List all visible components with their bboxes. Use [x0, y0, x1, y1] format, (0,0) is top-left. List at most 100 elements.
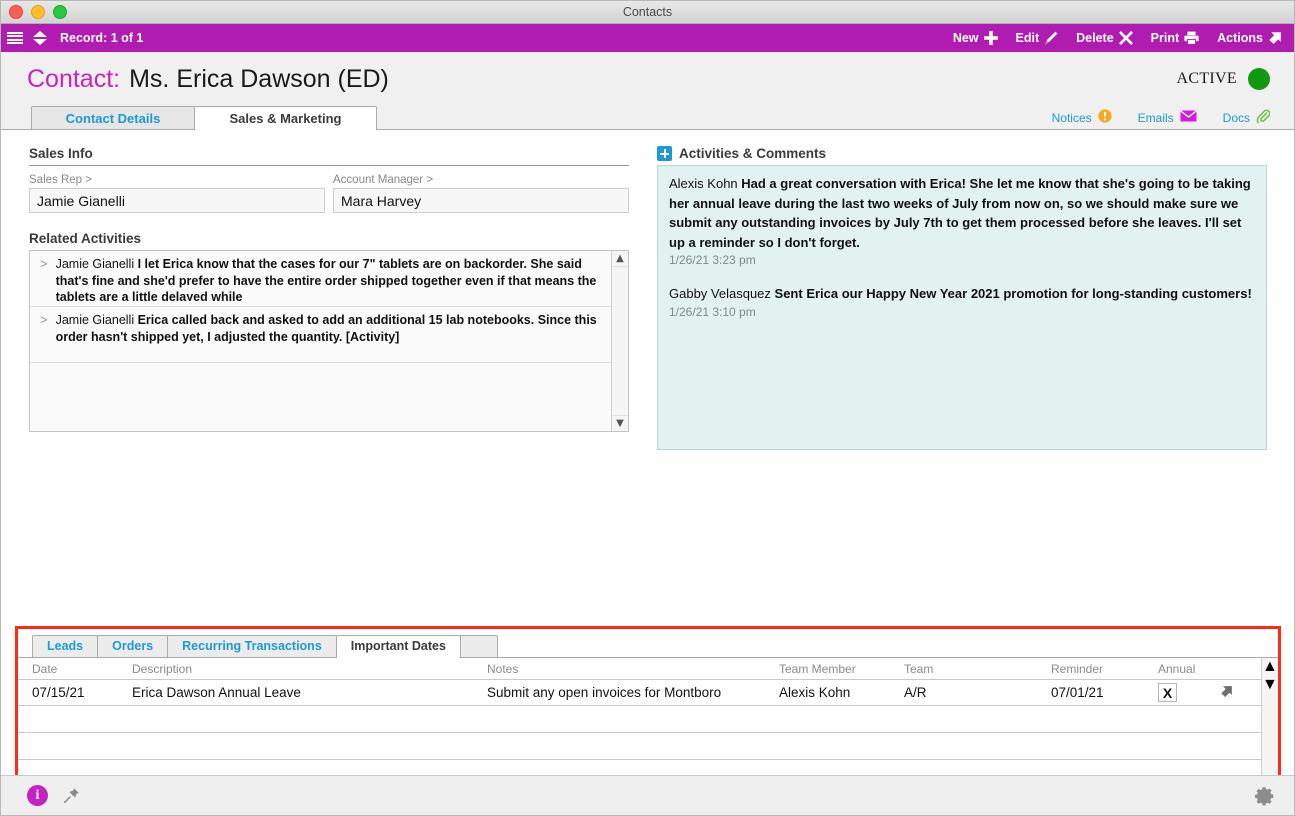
- tab-important-dates[interactable]: Important Dates: [336, 635, 461, 658]
- main-toolbar: Record: 1 of 1 New Edit Delete: [1, 24, 1294, 52]
- table-row[interactable]: [18, 733, 1261, 760]
- cell-description: Erica Dawson Annual Leave: [132, 685, 487, 700]
- pin-icon[interactable]: [63, 787, 80, 804]
- record-counter: Record: 1 of 1: [60, 31, 143, 45]
- envelope-icon: [1180, 110, 1197, 125]
- annual-checkbox[interactable]: X: [1158, 683, 1177, 702]
- scroll-up-icon[interactable]: ▲: [612, 251, 628, 266]
- sales-rep-input[interactable]: Jamie Gianelli: [29, 188, 325, 213]
- account-manager-label[interactable]: Account Manager >: [333, 174, 629, 186]
- docs-link[interactable]: Docs: [1223, 109, 1270, 126]
- plus-square-icon[interactable]: [657, 146, 672, 161]
- activities-comments-header: Activities & Comments: [657, 146, 1267, 161]
- activity-author: Jamie Gianelli: [56, 313, 138, 327]
- quick-links: Notices Emails: [1052, 109, 1294, 129]
- actions-button-label: Actions: [1217, 31, 1263, 45]
- pencil-icon: [1044, 31, 1058, 45]
- related-activities-scrollbar[interactable]: ▲ ▼: [611, 251, 628, 431]
- scroll-down-icon[interactable]: ▼: [1262, 676, 1278, 694]
- printer-icon: [1184, 31, 1199, 45]
- sales-info-divider: [29, 165, 629, 166]
- column-header-notes[interactable]: Notes: [487, 662, 779, 676]
- window-titlebar: Contacts: [1, 1, 1294, 24]
- tab-strip-filler: [460, 635, 498, 657]
- scroll-down-icon[interactable]: ▼: [612, 416, 628, 431]
- contacts-window: Contacts Record: 1 of 1 New Edit: [0, 0, 1295, 816]
- list-item[interactable]: > Jamie Gianelli Erica called back and a…: [30, 307, 611, 363]
- activities-comments-title: Activities & Comments: [679, 146, 826, 161]
- cell-open: [1220, 685, 1250, 701]
- list-item[interactable]: > Jamie Gianelli I let Erica know that t…: [30, 251, 611, 307]
- related-activities-title: Related Activities: [29, 231, 629, 246]
- comment-item[interactable]: Alexis Kohn Had a great conversation wit…: [669, 174, 1255, 267]
- tab-recurring-transactions[interactable]: Recurring Transactions: [167, 635, 337, 657]
- left-column: Sales Info Sales Rep > Jamie Gianelli Ac…: [29, 146, 629, 450]
- content-columns: Sales Info Sales Rep > Jamie Gianelli Ac…: [1, 130, 1294, 450]
- warning-icon: [1098, 109, 1112, 126]
- tab-orders[interactable]: Orders: [97, 635, 168, 657]
- column-header-annual[interactable]: Annual: [1158, 662, 1220, 676]
- cell-team: A/R: [904, 685, 1051, 700]
- account-manager-input[interactable]: Mara Harvey: [333, 188, 629, 213]
- menu-icon[interactable]: [7, 32, 23, 45]
- chevron-right-icon[interactable]: >: [40, 312, 48, 357]
- related-activities-section: Related Activities > Jamie Gianelli I le…: [29, 231, 629, 432]
- cell-annual: X: [1158, 683, 1220, 702]
- info-icon[interactable]: i: [27, 785, 48, 806]
- gear-icon[interactable]: [1254, 785, 1276, 807]
- open-record-icon[interactable]: [1220, 685, 1233, 698]
- table-row[interactable]: [18, 706, 1261, 733]
- column-header-reminder[interactable]: Reminder: [1051, 662, 1158, 676]
- notices-link-label: Notices: [1052, 111, 1092, 125]
- tab-sales-marketing[interactable]: Sales & Marketing: [194, 106, 377, 130]
- comment-text: Gabby Velasquez Sent Erica our Happy New…: [669, 284, 1255, 304]
- sales-rep-label[interactable]: Sales Rep >: [29, 174, 325, 186]
- content-area: Sales Info Sales Rep > Jamie Gianelli Ac…: [1, 130, 1294, 785]
- print-button[interactable]: Print: [1151, 31, 1199, 45]
- cell-date: 07/15/21: [32, 685, 132, 700]
- status-indicator-icon: [1248, 68, 1270, 90]
- related-activities-items: > Jamie Gianelli I let Erica know that t…: [30, 251, 611, 431]
- scroll-up-icon[interactable]: ▲: [1262, 658, 1278, 676]
- sales-info-fields: Sales Rep > Jamie Gianelli Account Manag…: [29, 174, 629, 213]
- scrollbar-track[interactable]: [612, 266, 628, 416]
- comment-body: Sent Erica our Happy New Year 2021 promo…: [775, 286, 1252, 301]
- minimize-window-button[interactable]: [31, 5, 45, 19]
- emails-link-label: Emails: [1138, 111, 1174, 125]
- column-header-date[interactable]: Date: [32, 662, 132, 676]
- column-header-team-member[interactable]: Team Member: [779, 662, 904, 676]
- table-row[interactable]: 07/15/21 Erica Dawson Annual Leave Submi…: [18, 679, 1261, 706]
- cell-reminder: 07/01/21: [1051, 685, 1158, 700]
- tab-contact-details[interactable]: Contact Details: [31, 106, 195, 129]
- actions-button[interactable]: Actions: [1217, 31, 1282, 45]
- window-title: Contacts: [623, 5, 672, 19]
- sales-info-title: Sales Info: [29, 146, 629, 161]
- activity-text: Jamie Gianelli I let Erica know that the…: [56, 256, 603, 301]
- maximize-window-button[interactable]: [53, 5, 67, 19]
- delete-button[interactable]: Delete: [1076, 31, 1133, 45]
- paperclip-icon: [1256, 109, 1270, 126]
- account-manager-field: Account Manager > Mara Harvey: [333, 174, 629, 213]
- record-navigation-icon[interactable]: [32, 30, 47, 46]
- comment-author: Gabby Velasquez: [669, 286, 775, 301]
- tab-leads[interactable]: Leads: [32, 635, 98, 657]
- emails-link[interactable]: Emails: [1138, 110, 1197, 125]
- plus-icon: [984, 31, 998, 45]
- notices-link[interactable]: Notices: [1052, 109, 1112, 126]
- edit-button[interactable]: Edit: [1016, 31, 1059, 45]
- grid-header-row: Date Description Notes Team Member Team …: [18, 658, 1261, 679]
- edit-button-label: Edit: [1016, 31, 1040, 45]
- new-button[interactable]: New: [953, 31, 998, 45]
- status-label: ACTIVE: [1177, 70, 1237, 88]
- chevron-right-icon[interactable]: >: [40, 256, 48, 301]
- close-window-button[interactable]: [9, 5, 23, 19]
- status-badge: ACTIVE: [1177, 68, 1270, 90]
- activities-comments-panel: Alexis Kohn Had a great conversation wit…: [657, 165, 1267, 450]
- arrow-up-right-icon: [1268, 31, 1282, 45]
- column-header-team[interactable]: Team: [904, 662, 1051, 676]
- comment-item[interactable]: Gabby Velasquez Sent Erica our Happy New…: [669, 284, 1255, 319]
- print-button-label: Print: [1151, 31, 1179, 45]
- column-header-description[interactable]: Description: [132, 662, 487, 676]
- contact-label: Contact:: [27, 65, 120, 94]
- activity-author: Jamie Gianelli: [56, 257, 138, 271]
